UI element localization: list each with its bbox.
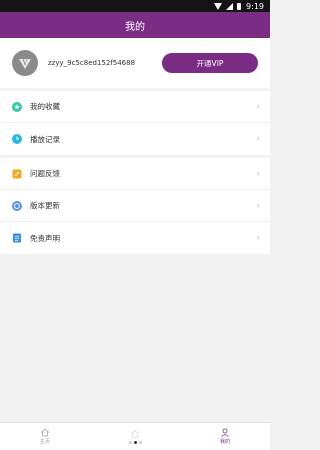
home-icon <box>40 428 50 437</box>
menu-item-update[interactable]: 版本更新 › <box>0 190 270 222</box>
open-vip-button[interactable]: 开通VIP <box>162 53 258 73</box>
menu-label-update: 版本更新 <box>30 201 60 210</box>
menu-label-disclaimer: 免责声明 <box>30 233 60 243</box>
chevron-right-icon: › <box>256 233 260 243</box>
menu-item-feedback[interactable]: 问题反馈 › <box>0 158 270 190</box>
wifi-icon <box>214 2 223 10</box>
chevron-right-icon: › <box>256 134 260 144</box>
feedback-icon <box>12 169 22 179</box>
star-circle-icon <box>12 101 22 112</box>
dots-icon <box>131 430 139 438</box>
nav-home[interactable]: 主页 <box>0 423 90 450</box>
chevron-right-icon: › <box>256 200 260 211</box>
user-icon <box>221 428 229 437</box>
app-header: 我的 <box>0 12 270 38</box>
menu-label-history: 播放记录 <box>30 134 60 144</box>
username: zzyy_9c5c8ed152f54688 <box>48 59 136 67</box>
profile-section: V zzyy_9c5c8ed152f54688 开通VIP <box>0 38 270 88</box>
page-indicator <box>128 440 142 444</box>
menu-group-primary: 我的收藏 › 播放记录 › <box>0 91 270 155</box>
status-bar: 9:19 <box>0 0 270 12</box>
menu-group-secondary: 问题反馈 › 版本更新 › 免责声明 › <box>0 158 270 254</box>
menu-item-favorites[interactable]: 我的收藏 › <box>0 91 270 123</box>
battery-icon <box>237 2 242 10</box>
indicator-dot <box>128 440 132 444</box>
update-icon <box>12 200 22 211</box>
status-time: 9:19 <box>246 1 264 11</box>
vip-diamond-icon: V <box>19 59 31 69</box>
indicator-dot <box>138 440 142 444</box>
nav-center[interactable] <box>90 423 180 450</box>
menu-item-disclaimer[interactable]: 免责声明 › <box>0 222 270 254</box>
svg-text:V: V <box>21 59 28 67</box>
indicator-dot-active <box>133 440 137 444</box>
chevron-right-icon: › <box>256 168 260 179</box>
avatar[interactable]: V <box>12 50 38 76</box>
document-icon <box>12 233 22 243</box>
bottom-nav: 主页 我的 <box>0 422 270 450</box>
nav-label-home: 主页 <box>39 439 50 445</box>
page-title: 我的 <box>125 21 145 33</box>
clock-icon <box>12 134 22 144</box>
menu-label-feedback: 问题反馈 <box>30 169 60 178</box>
nav-profile[interactable]: 我的 <box>180 423 270 450</box>
nav-label-profile: 我的 <box>219 439 230 445</box>
signal-icon <box>226 2 234 10</box>
menu-item-history[interactable]: 播放记录 › <box>0 123 270 155</box>
chevron-right-icon: › <box>256 101 260 112</box>
menu-label-favorites: 我的收藏 <box>30 102 60 111</box>
